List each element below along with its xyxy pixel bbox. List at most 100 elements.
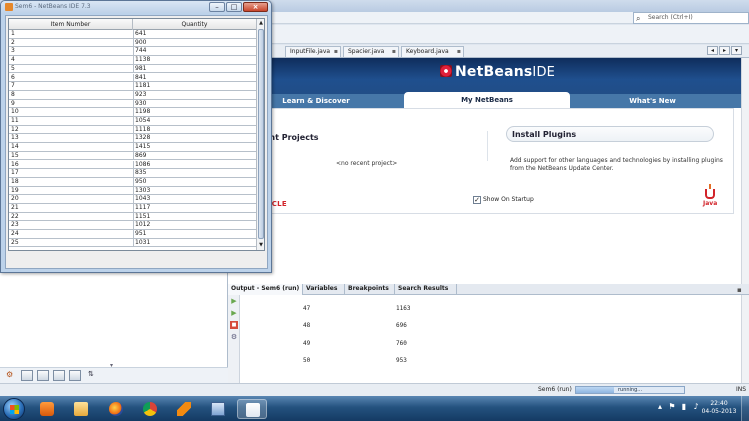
status-progress-bar[interactable]: running...	[575, 386, 685, 394]
column-divider	[133, 238, 134, 247]
tab-list-icon[interactable]: ▾	[731, 46, 742, 55]
tab-inputfile[interactable]: InputFile.java ▪	[285, 46, 341, 57]
taskbar-chrome[interactable]	[135, 399, 165, 419]
sort-icon[interactable]: ⇅	[88, 370, 94, 378]
close-icon[interactable]: ▪	[392, 47, 396, 57]
stop-icon[interactable]: ■	[230, 321, 238, 329]
rerun-icon[interactable]: ▶	[230, 309, 238, 317]
tab-breakpoints[interactable]: Breakpoints	[345, 284, 395, 295]
column-header-item-number[interactable]: Item Number	[9, 19, 133, 30]
table-row[interactable]: 12 1118	[9, 125, 256, 135]
table-row[interactable]: 25 1031	[9, 238, 256, 248]
chevron-down-icon[interactable]: ▾	[110, 362, 113, 369]
show-on-startup-label[interactable]: Show On Startup	[483, 196, 534, 203]
editor-tabs: InputFile.java ▪ Spacier.java ▪ Keyboard.j…	[270, 45, 749, 58]
table-row[interactable]: 1 641	[9, 30, 256, 39]
table-row[interactable]: 2 900	[9, 38, 256, 48]
tab-variables[interactable]: Variables	[303, 284, 345, 295]
chevron-up-icon[interactable]: ▴	[655, 402, 665, 412]
tab-my-netbeans[interactable]: My NetBeans	[404, 92, 570, 108]
table-row[interactable]: 18 950	[9, 177, 256, 187]
table-row[interactable]: 3 744	[9, 47, 256, 57]
table-row[interactable]: 19 1303	[9, 186, 256, 196]
install-plugins-title[interactable]: Install Plugins	[512, 130, 576, 139]
java-window-titlebar[interactable]: Sem6 - NetBeans IDE 7.3 – □ ×	[1, 1, 271, 13]
close-button[interactable]: ×	[243, 2, 268, 12]
item-number-cell: 22	[11, 212, 19, 220]
column-divider	[133, 204, 134, 212]
taskbar-vlc[interactable]	[169, 399, 199, 419]
column-header-quantity[interactable]: Quantity	[133, 19, 256, 30]
search-input[interactable]: ⌕ Search (Ctrl+I)	[633, 12, 749, 24]
show-on-startup-checkbox[interactable]: ✓	[473, 196, 481, 204]
table-row[interactable]: 13 1328	[9, 134, 256, 144]
taskbar-media-player[interactable]	[32, 399, 62, 419]
taskbar-clock[interactable]: 22:40 04-05-2013	[697, 400, 741, 416]
table-row[interactable]: 8 923	[9, 90, 256, 100]
column-divider	[133, 38, 134, 47]
taskbar-virtualbox[interactable]	[203, 399, 233, 419]
table-row[interactable]: 9 930	[9, 99, 256, 109]
close-icon[interactable]: ▪	[457, 47, 461, 57]
view-button-3[interactable]	[53, 370, 65, 381]
taskbar-explorer[interactable]	[66, 399, 96, 419]
view-button-1[interactable]	[21, 370, 33, 381]
view-button-2[interactable]	[37, 370, 49, 381]
item-number-cell: 19	[11, 186, 19, 194]
cube-icon	[211, 402, 225, 416]
column-divider	[133, 169, 134, 177]
table-row[interactable]: 17 835	[9, 169, 256, 178]
rerun-icon[interactable]: ▶	[230, 297, 238, 305]
network-icon[interactable]: ▮	[679, 402, 689, 412]
scrollbar-thumb[interactable]	[258, 29, 264, 239]
settings-icon[interactable]: ⚙	[6, 370, 13, 379]
table-row[interactable]: 10 1198	[9, 108, 256, 117]
minimize-button[interactable]: –	[209, 2, 225, 12]
show-desktop-button[interactable]	[741, 396, 749, 421]
table-row[interactable]: 20 1043	[9, 195, 256, 204]
table-row[interactable]: 7 1181	[9, 82, 256, 91]
tab-spacier[interactable]: Spacier.java ▪	[343, 46, 399, 57]
chevron-left-icon[interactable]: ◂	[707, 46, 718, 55]
output-scrollbar[interactable]	[741, 295, 749, 383]
table-row[interactable]: 22 1151	[9, 212, 256, 222]
table-row[interactable]: 4 1138	[9, 56, 256, 65]
table-row[interactable]: 15 869	[9, 151, 256, 161]
table-row[interactable]: 5 981	[9, 64, 256, 74]
close-icon[interactable]: ▪	[334, 47, 338, 57]
start-button[interactable]	[3, 398, 25, 420]
no-recent-text: <no recent project>	[336, 160, 398, 167]
settings-icon[interactable]: ⚙	[230, 333, 238, 341]
table-row[interactable]: 11 1054	[9, 117, 256, 126]
item-number-cell: 4	[11, 56, 15, 64]
taskbar-java[interactable]	[237, 399, 267, 419]
search-icon: ⌕	[636, 14, 641, 23]
table-row[interactable]: 23 1012	[9, 221, 256, 231]
table-row[interactable]: 24 951	[9, 230, 256, 239]
tab-keyboard[interactable]: Keyboard.java ▪	[401, 46, 464, 57]
tab-whats-new[interactable]: What's New	[570, 94, 735, 108]
taskbar-firefox[interactable]	[101, 399, 131, 419]
chevron-down-icon[interactable]: ▼	[257, 241, 264, 250]
column-divider	[133, 90, 134, 99]
view-button-4[interactable]	[69, 370, 81, 381]
close-icon[interactable]: ▪	[737, 286, 742, 294]
table-row[interactable]: 14 1415	[9, 143, 256, 152]
startpage-scrollbar[interactable]	[741, 58, 749, 284]
maximize-button[interactable]: □	[226, 2, 242, 12]
tab-output[interactable]: Output - Sem6 (run)	[228, 284, 303, 295]
chevron-right-icon[interactable]: ▸	[719, 46, 730, 55]
table-row[interactable]: 21 1117	[9, 204, 256, 213]
item-number-cell: 23	[11, 221, 19, 229]
chevron-up-icon[interactable]: ▲	[257, 19, 264, 28]
table-scrollbar[interactable]: ▲ ▼	[256, 19, 264, 250]
column-divider	[133, 151, 134, 160]
flag-icon[interactable]: ⚑	[667, 402, 677, 412]
table-row[interactable]: 6 841	[9, 73, 256, 83]
window-title: Sem6 - NetBeans IDE 7.3	[15, 3, 91, 10]
item-number-cell: 14	[11, 143, 19, 151]
table-row[interactable]: 16 1086	[9, 160, 256, 170]
item-number-cell: 11	[11, 117, 19, 124]
quantity-cell: 1303	[135, 186, 151, 194]
tab-search-results[interactable]: Search Results	[395, 284, 457, 295]
